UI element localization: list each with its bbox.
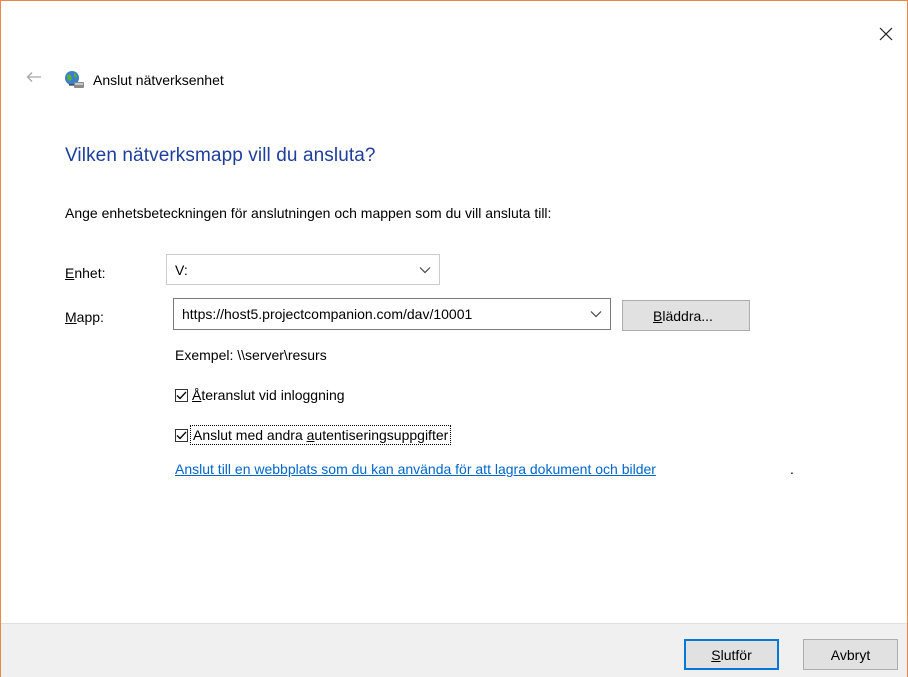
dialog-title-bar: Anslut nätverksenhet — [63, 69, 224, 91]
chevron-down-icon[interactable] — [590, 311, 602, 318]
other-credentials-rest: utentiseringsuppgifter — [314, 427, 449, 443]
reconnect-accel: Å — [192, 387, 202, 403]
network-drive-icon — [65, 71, 84, 88]
dialog-footer: Slutför Avbryt — [1, 623, 907, 677]
browse-accel: B — [653, 307, 663, 324]
map-network-drive-dialog: Anslut nätverksenhet Vilken nätverksmapp… — [0, 0, 908, 677]
folder-label: Mapp: — [65, 309, 104, 325]
folder-combobox[interactable]: https://host5.projectcompanion.com/dav/1… — [173, 298, 611, 330]
chevron-down-icon — [419, 266, 431, 273]
instruction-text: Ange enhetsbeteckningen för anslutningen… — [65, 205, 552, 221]
close-button[interactable] — [871, 19, 901, 49]
close-icon — [879, 27, 893, 41]
reconnect-checkbox-row[interactable]: Återanslut vid inloggning — [175, 387, 345, 403]
other-credentials-pre: Anslut med andra — [193, 427, 307, 443]
browse-rest: läddra... — [662, 307, 713, 324]
cancel-button[interactable]: Avbryt — [803, 639, 898, 670]
checkmark-icon — [176, 391, 187, 399]
other-credentials-label: Anslut med andra autentiseringsuppgifter — [189, 425, 452, 445]
checkmark-icon — [176, 431, 187, 439]
drive-label-accel: E — [65, 265, 75, 281]
other-credentials-checkbox-row[interactable]: Anslut med andra autentiseringsuppgifter — [175, 425, 452, 445]
drive-select[interactable]: V: — [166, 254, 440, 285]
folder-input-value[interactable]: https://host5.projectcompanion.com/dav/1… — [182, 306, 472, 322]
drive-select-value: V: — [175, 261, 188, 278]
folder-label-accel: M — [65, 309, 77, 325]
dialog-title: Anslut nätverksenhet — [93, 72, 224, 88]
drive-label: Enhet: — [65, 265, 105, 281]
reconnect-label: Återanslut vid inloggning — [192, 387, 345, 403]
page-heading: Vilken nätverksmapp vill du ansluta? — [65, 145, 376, 166]
back-button[interactable] — [21, 67, 47, 87]
finish-button[interactable]: Slutför — [684, 639, 779, 670]
example-text: Exempel: \\server\resurs — [175, 347, 327, 363]
drive-label-rest: nhet: — [74, 265, 106, 281]
website-storage-link[interactable]: Anslut till en webbplats som du kan anvä… — [175, 461, 656, 477]
finish-rest: lutför — [720, 646, 752, 663]
arrow-left-icon — [26, 72, 41, 82]
other-credentials-checkbox[interactable] — [175, 428, 188, 442]
browse-button[interactable]: Bläddra... — [622, 300, 750, 331]
reconnect-checkbox[interactable] — [175, 388, 188, 402]
folder-label-rest: app: — [76, 309, 104, 325]
link-trailing-period: . — [790, 461, 794, 477]
finish-accel: S — [711, 646, 721, 663]
reconnect-rest: teranslut vid inloggning — [201, 387, 345, 403]
